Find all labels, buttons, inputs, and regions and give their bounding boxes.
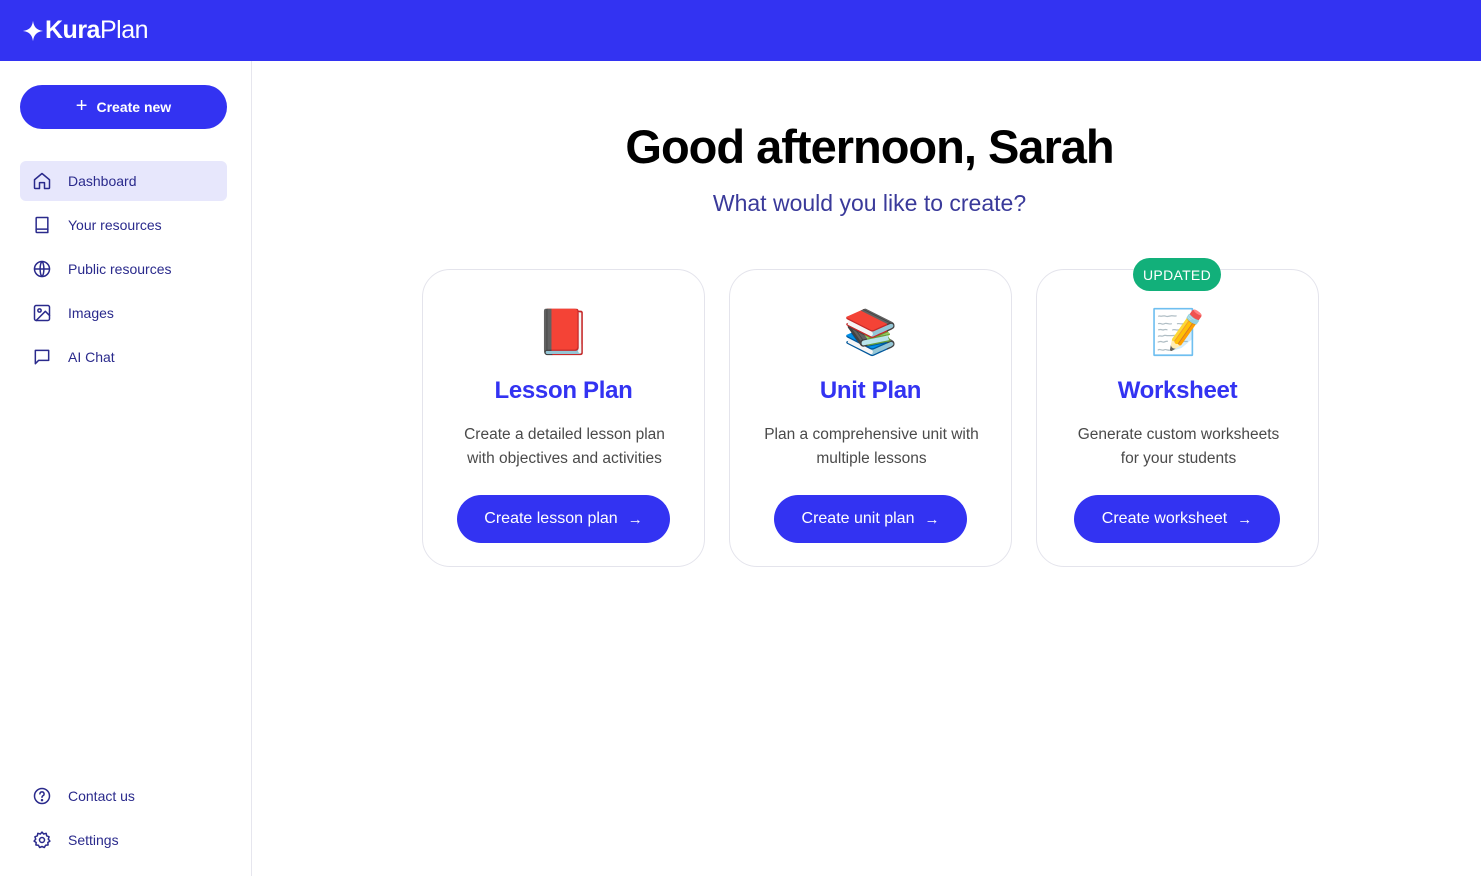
red-book-icon: 📕 bbox=[536, 308, 591, 357]
updated-badge: UPDATED bbox=[1133, 258, 1221, 291]
unit-plan-card[interactable]: 📚 Unit Plan Plan a comprehensive unit wi… bbox=[729, 269, 1012, 567]
card-title: Lesson Plan bbox=[494, 377, 633, 404]
sidebar-item-label: Dashboard bbox=[68, 173, 137, 189]
card-description: Create a detailed lesson plan with objec… bbox=[443, 423, 686, 471]
create-worksheet-button[interactable]: Create worksheet → bbox=[1074, 495, 1280, 543]
sidebar-item-label: Settings bbox=[68, 832, 119, 848]
create-unit-plan-button[interactable]: Create unit plan → bbox=[774, 495, 967, 543]
sidebar-item-dashboard[interactable]: Dashboard bbox=[20, 161, 227, 201]
lesson-plan-card[interactable]: 📕 Lesson Plan Create a detailed lesson p… bbox=[422, 269, 705, 567]
greeting-heading: Good afternoon, Sarah bbox=[625, 120, 1114, 173]
books-icon: 📚 bbox=[843, 308, 898, 357]
button-label: Create unit plan bbox=[801, 510, 915, 527]
logo-text-bold: Kura bbox=[45, 16, 100, 44]
image-icon bbox=[33, 304, 51, 322]
card-description: Generate custom worksheets for your stud… bbox=[1057, 423, 1300, 471]
sparkle-icon bbox=[22, 20, 44, 41]
sidebar-item-label: Public resources bbox=[68, 261, 172, 277]
arrow-right-icon: → bbox=[924, 510, 940, 528]
greeting-subtitle: What would you like to create? bbox=[712, 190, 1027, 216]
plus-icon: + bbox=[75, 95, 88, 117]
sidebar-item-label: Your resources bbox=[68, 217, 162, 233]
card-description-line: Create a detailed lesson plan bbox=[464, 426, 665, 443]
card-description-line: with objectives and activities bbox=[467, 450, 662, 467]
top-bar: Kura Plan bbox=[0, 0, 1481, 61]
sidebar-item-label: AI Chat bbox=[68, 349, 115, 365]
create-new-label: Create new bbox=[96, 99, 172, 115]
home-icon bbox=[33, 172, 51, 190]
sidebar-bottom-nav: Contact us Settings bbox=[20, 776, 227, 864]
card-description-line: for your students bbox=[1120, 450, 1237, 467]
card-title: Worksheet bbox=[1117, 377, 1238, 404]
sidebar-item-settings[interactable]: Settings bbox=[20, 820, 227, 860]
sidebar-item-label: Contact us bbox=[68, 788, 135, 804]
create-lesson-plan-button[interactable]: Create lesson plan → bbox=[457, 495, 670, 543]
logo-text-light: Plan bbox=[99, 16, 149, 44]
gear-icon bbox=[33, 831, 51, 849]
sidebar-item-ai-chat[interactable]: AI Chat bbox=[20, 337, 227, 377]
sidebar-nav: Dashboard Your resources Public resource… bbox=[20, 161, 227, 381]
kuraplan-logo[interactable]: Kura Plan bbox=[22, 16, 149, 45]
create-new-button[interactable]: + Create new bbox=[20, 85, 227, 129]
card-description-line: multiple lessons bbox=[816, 450, 927, 467]
sidebar-item-your-resources[interactable]: Your resources bbox=[20, 205, 227, 245]
worksheet-card[interactable]: UPDATED 📝 Worksheet Generate custom work… bbox=[1036, 258, 1319, 567]
sidebar-item-contact-us[interactable]: Contact us bbox=[20, 776, 227, 816]
globe-icon bbox=[33, 260, 51, 278]
sidebar-item-public-resources[interactable]: Public resources bbox=[20, 249, 227, 289]
card-description-line: Plan a comprehensive unit with bbox=[764, 426, 979, 443]
card-title: Unit Plan bbox=[819, 377, 922, 404]
memo-icon: 📝 bbox=[1150, 308, 1205, 357]
button-label: Create worksheet bbox=[1101, 510, 1228, 527]
sidebar: + Create new Dashboard Your resources Pu… bbox=[0, 61, 252, 876]
arrow-right-icon: → bbox=[627, 510, 643, 528]
button-label: Create lesson plan bbox=[484, 510, 618, 527]
card-description-line: Generate custom worksheets bbox=[1077, 426, 1280, 443]
book-icon bbox=[35, 216, 49, 234]
sidebar-item-images[interactable]: Images bbox=[20, 293, 227, 333]
card-description: Plan a comprehensive unit with multiple … bbox=[750, 423, 993, 471]
main-content: Good afternoon, Sarah What would you lik… bbox=[252, 61, 1481, 876]
chat-icon bbox=[34, 349, 50, 365]
arrow-right-icon: → bbox=[1237, 510, 1253, 528]
sidebar-item-label: Images bbox=[68, 305, 114, 321]
help-circle-icon bbox=[33, 787, 51, 805]
